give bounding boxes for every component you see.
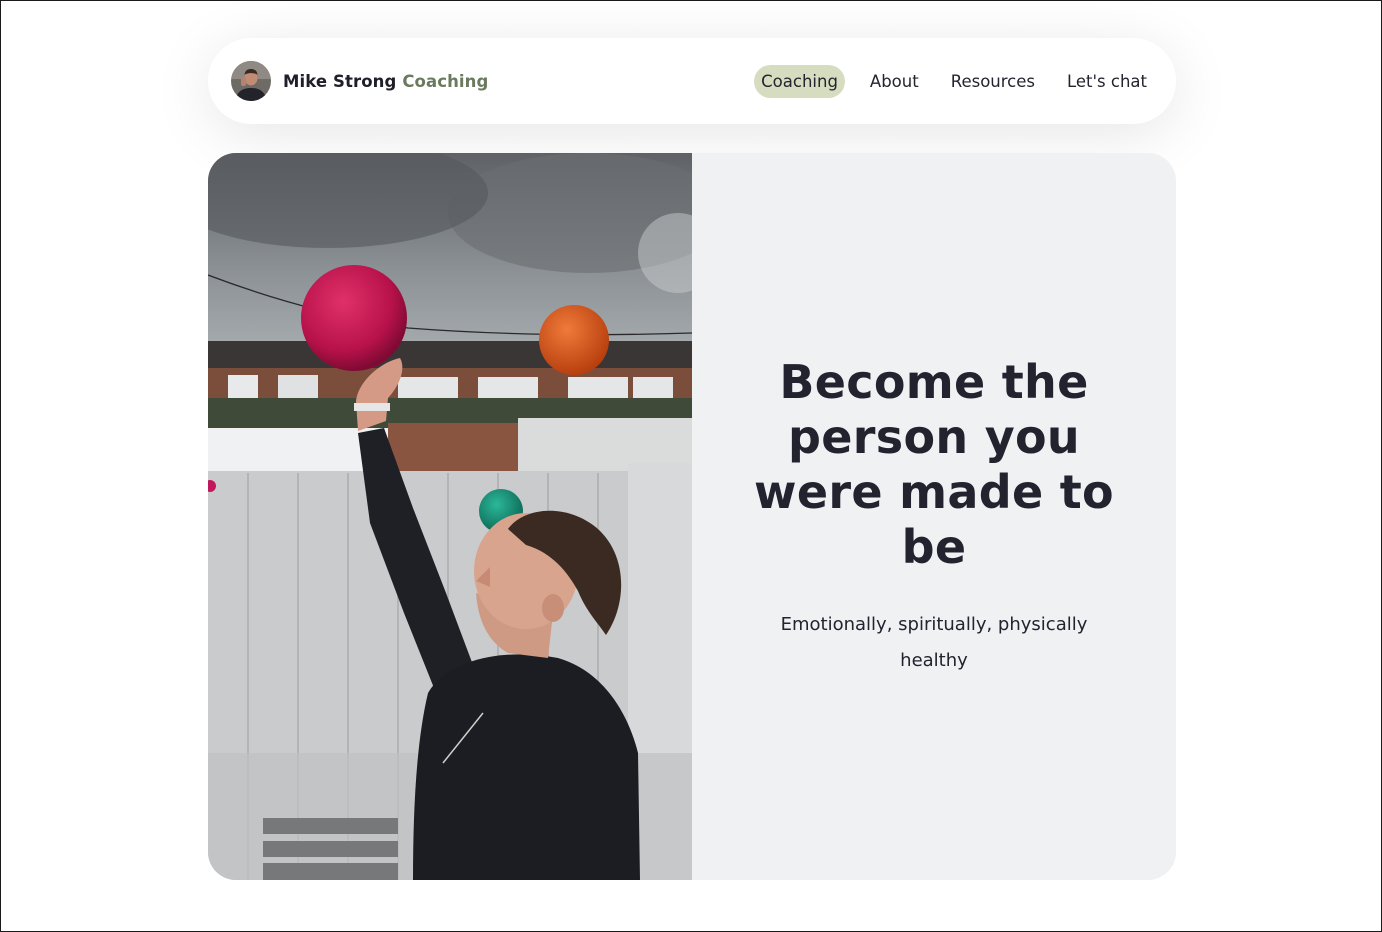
hero-title: Become the person you were made to be (754, 354, 1114, 574)
nav-link-resources[interactable]: Resources (944, 65, 1042, 98)
brand-name: Mike Strong (283, 71, 397, 91)
hero-photo (208, 153, 692, 880)
top-navbar: Mike Strong Coaching Coaching About Reso… (208, 38, 1176, 124)
avatar (231, 61, 271, 101)
hero-text-panel: Become the person you were made to be Em… (692, 153, 1176, 880)
hero-section: Become the person you were made to be Em… (208, 153, 1176, 880)
nav-links: Coaching About Resources Let's chat (754, 64, 1154, 98)
page-frame: Mike Strong Coaching Coaching About Reso… (0, 0, 1382, 932)
hero-subtitle: Emotionally, spiritually, physically hea… (780, 613, 1088, 671)
nav-link-lets-chat[interactable]: Let's chat (1060, 65, 1154, 98)
brand-accent: Coaching (402, 71, 489, 91)
nav-link-about[interactable]: About (863, 65, 926, 98)
brand[interactable]: Mike Strong Coaching (231, 61, 488, 101)
nav-link-coaching[interactable]: Coaching (754, 64, 845, 98)
brand-title: Mike Strong Coaching (283, 72, 488, 91)
